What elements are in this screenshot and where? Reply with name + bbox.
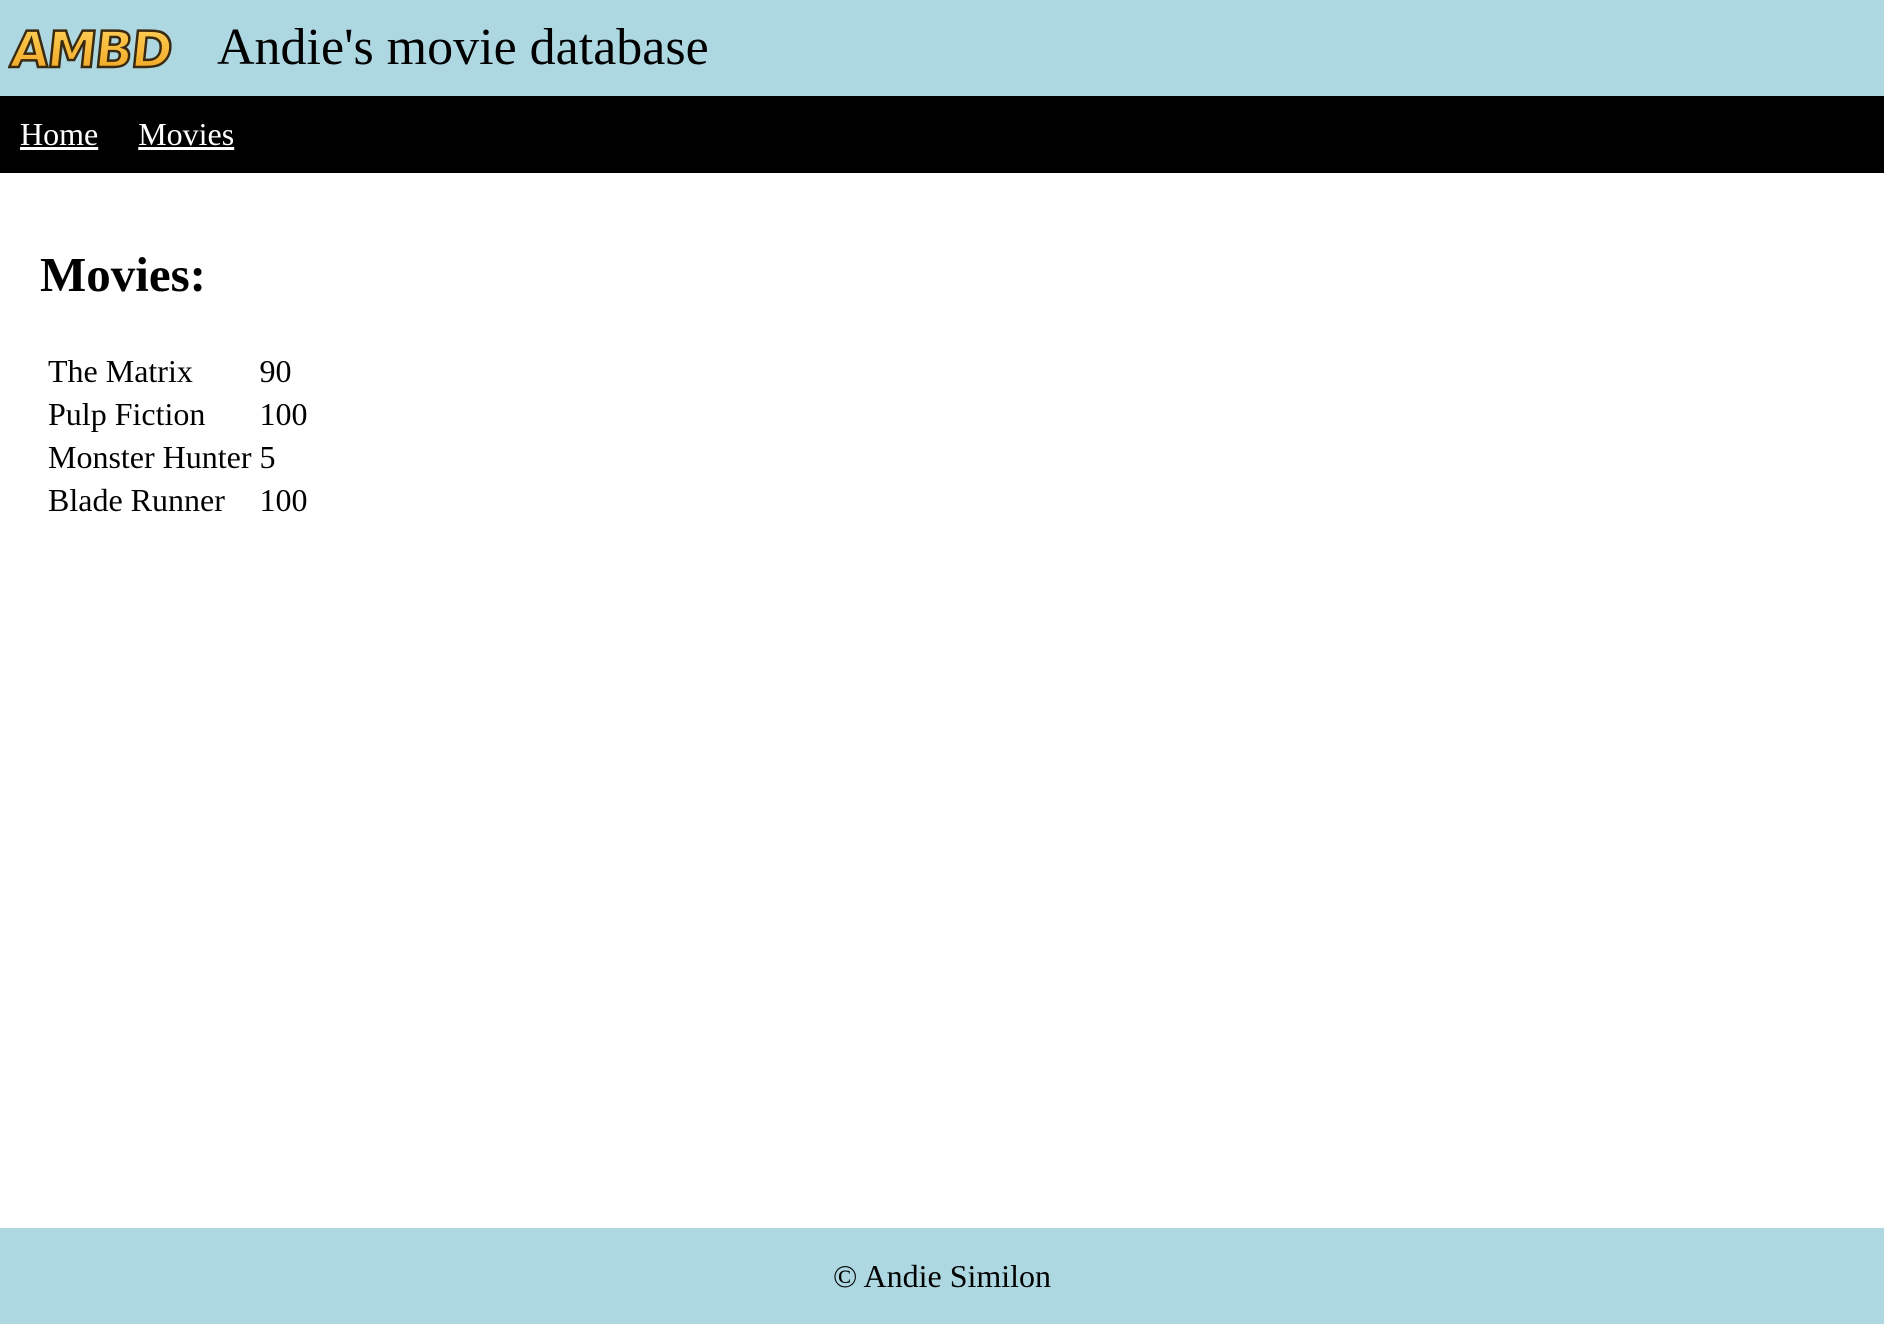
movie-score: 100 bbox=[259, 396, 308, 432]
svg-text:AMBD: AMBD bbox=[8, 20, 174, 77]
movies-table: The Matrix 90 Pulp Fiction 100 Monster H… bbox=[42, 349, 314, 523]
movie-score: 90 bbox=[259, 353, 292, 389]
main-nav: Home Movies bbox=[0, 96, 1884, 173]
site-title: Andie's movie database bbox=[217, 19, 709, 76]
movie-score: 5 bbox=[259, 439, 276, 475]
movie-title: The Matrix bbox=[48, 353, 193, 389]
nav-link-movies[interactable]: Movies bbox=[138, 116, 234, 153]
movie-score: 100 bbox=[259, 482, 308, 518]
site-header: AMBD Andie's movie database bbox=[0, 0, 1884, 96]
page: AMBD Andie's movie database Home Movies … bbox=[0, 0, 1884, 1324]
copyright-text: © Andie Similon bbox=[832, 1257, 1052, 1294]
site-footer: © Andie Similon bbox=[0, 1228, 1884, 1324]
table-row: Blade Runner 100 bbox=[46, 480, 310, 521]
table-row: Monster Hunter 5 bbox=[46, 437, 310, 478]
ambd-logo: AMBD bbox=[8, 19, 175, 77]
movie-title: Pulp Fiction bbox=[48, 396, 206, 432]
nav-link-home[interactable]: Home bbox=[20, 116, 98, 153]
table-row: Pulp Fiction 100 bbox=[46, 394, 310, 435]
table-row: The Matrix 90 bbox=[46, 351, 310, 392]
movie-title: Blade Runner bbox=[48, 482, 225, 518]
main-content: Movies: The Matrix 90 Pulp Fiction 100 M… bbox=[40, 250, 314, 523]
movie-title: Monster Hunter bbox=[48, 439, 252, 475]
page-heading: Movies: bbox=[40, 247, 206, 302]
